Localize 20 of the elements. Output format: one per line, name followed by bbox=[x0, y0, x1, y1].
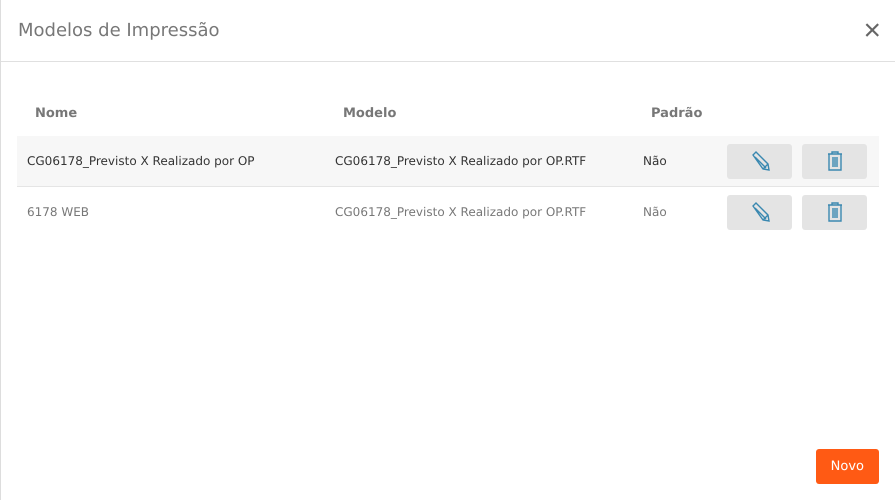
delete-button[interactable] bbox=[802, 144, 867, 178]
new-button[interactable]: Novo bbox=[816, 449, 879, 484]
trash-icon bbox=[826, 150, 844, 172]
column-header: Nome bbox=[34, 106, 78, 120]
table-cell-text: CG06178_Previsto X Realizado por OP.RTF bbox=[334, 205, 588, 219]
trash-icon bbox=[826, 201, 844, 223]
table-cell-text: 6178 WEB bbox=[26, 205, 90, 219]
edit-button[interactable] bbox=[727, 194, 792, 230]
table-cell-text: CG06178_Previsto X Realizado por OP.RTF bbox=[334, 154, 588, 168]
table-row[interactable]: 6178 WEB CG06178_Previsto X Realizado por OP.RTF Não bbox=[17, 187, 879, 237]
table-cell-text: CG06178_Previsto X Realizado por OP bbox=[26, 154, 256, 168]
delete-button[interactable] bbox=[802, 194, 867, 230]
dialog-title: Modelos de Impressão bbox=[18, 20, 220, 41]
table-cell-text: Não bbox=[642, 154, 668, 168]
column-header: Padrão bbox=[650, 106, 704, 120]
table-row[interactable]: CG06178_Previsto X Realizado por OP CG06178_Previsto X Realizado por OP.RTF Não bbox=[17, 136, 879, 187]
column-header: Modelo bbox=[342, 106, 398, 120]
table-cell-text: Não bbox=[642, 205, 668, 219]
close-button[interactable]: × bbox=[863, 16, 881, 46]
edit-button[interactable] bbox=[727, 144, 792, 178]
